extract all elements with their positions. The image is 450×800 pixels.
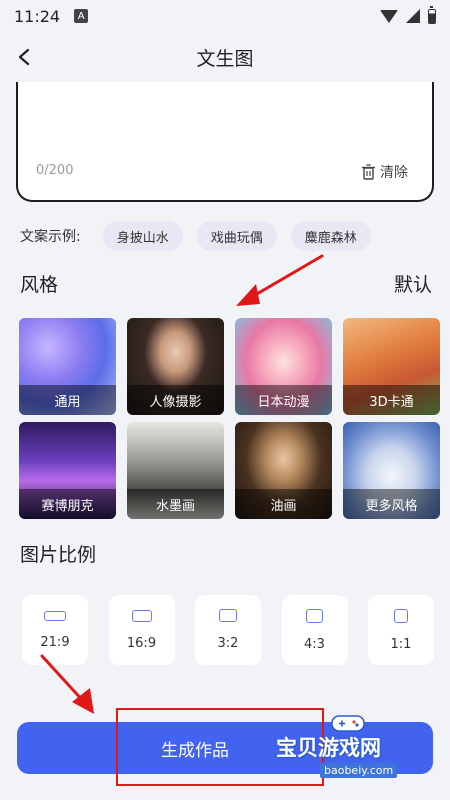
style-label: 3D卡通 (343, 385, 440, 415)
clear-button[interactable]: 清除 (361, 162, 408, 182)
style-label: 通用 (19, 385, 116, 415)
style-card-ink-painting[interactable]: 水墨画 (127, 422, 224, 519)
example-chip[interactable]: 戏曲玩偶 (196, 221, 277, 251)
style-card-anime[interactable]: 日本动漫 (235, 318, 332, 415)
ratio-shape-icon (394, 608, 408, 623)
ratio-section-title: 图片比例 (20, 543, 97, 566)
style-label: 日本动漫 (235, 385, 332, 415)
style-card-3d-cartoon[interactable]: 3D卡通 (343, 318, 440, 415)
annotation-arrow-icon (40, 654, 94, 714)
battery-icon (428, 5, 436, 24)
style-section-header: 风格 默认 (20, 268, 432, 298)
ratio-option-3-2[interactable]: 3:2 (195, 595, 261, 665)
ratio-section-header: 图片比例 (20, 538, 432, 568)
ratio-option-16-9[interactable]: 16:9 (108, 595, 175, 665)
wifi-icon (380, 9, 398, 23)
annotation-arrow-icon (236, 254, 324, 306)
style-card-more-styles[interactable]: 更多风格 (343, 422, 440, 519)
style-card-general[interactable]: 通用 (19, 318, 116, 415)
style-label: 人像摄影 (127, 385, 224, 415)
style-label: 更多风格 (343, 489, 440, 519)
style-label: 赛博朋克 (19, 489, 116, 519)
watermark-logo: 宝贝游戏网 baobeiy.com (276, 712, 446, 784)
style-label: 水墨画 (127, 489, 224, 519)
style-card-cyberpunk[interactable]: 赛博朋克 (19, 422, 116, 519)
style-label: 油画 (235, 489, 332, 519)
signal-icon (406, 9, 420, 23)
char-counter: 0/200 (36, 163, 74, 178)
page-title: 文生图 (196, 47, 254, 70)
ratio-shape-icon (44, 610, 66, 621)
example-chip[interactable]: 麋鹿森林 (290, 221, 371, 251)
style-section-title: 风格 (20, 273, 59, 296)
examples-label: 文案示例: (20, 229, 81, 245)
ratio-label: 3:2 (217, 636, 239, 651)
chevron-left-icon (18, 48, 30, 66)
status-time: 11:24 (14, 6, 61, 26)
clear-label: 清除 (380, 165, 408, 181)
watermark-text: 宝贝游戏网 (276, 736, 381, 760)
ratio-label: 4:3 (304, 636, 325, 652)
nav-bar: 文生图 (0, 32, 450, 82)
gamepad-icon (331, 715, 365, 732)
ratio-label: 21:9 (40, 634, 70, 650)
status-icons (380, 5, 436, 24)
notification-a-icon: A (74, 9, 89, 23)
trash-icon (362, 164, 375, 180)
style-card-oil-painting[interactable]: 油画 (235, 422, 332, 519)
bottom-spacer (0, 790, 450, 800)
style-default-label[interactable]: 默认 (394, 270, 432, 297)
ratio-shape-icon (306, 608, 323, 623)
back-button[interactable] (12, 44, 38, 70)
status-bar: 11:24 A (0, 0, 450, 32)
style-grid: 通用 人像摄影 日本动漫 3D卡通 赛博朋克 水墨画 油画 更多风格 (19, 318, 440, 519)
example-prompts: 文案示例: 身披山水 戏曲玩偶 麋鹿森林 (20, 220, 371, 252)
style-card-portrait[interactable]: 人像摄影 (127, 318, 224, 415)
example-chip[interactable]: 身披山水 (102, 221, 183, 251)
ratio-label: 1:1 (390, 636, 412, 652)
ratio-option-4-3[interactable]: 4:3 (281, 595, 348, 665)
ratio-label: 16:9 (126, 635, 157, 651)
prompt-textarea[interactable]: 0/200 清除 (16, 82, 434, 202)
ratio-shape-icon (219, 609, 237, 622)
ratio-shape-icon (131, 609, 152, 622)
watermark-url: baobeiy.com (320, 763, 398, 778)
ratio-option-1-1[interactable]: 1:1 (368, 595, 434, 665)
